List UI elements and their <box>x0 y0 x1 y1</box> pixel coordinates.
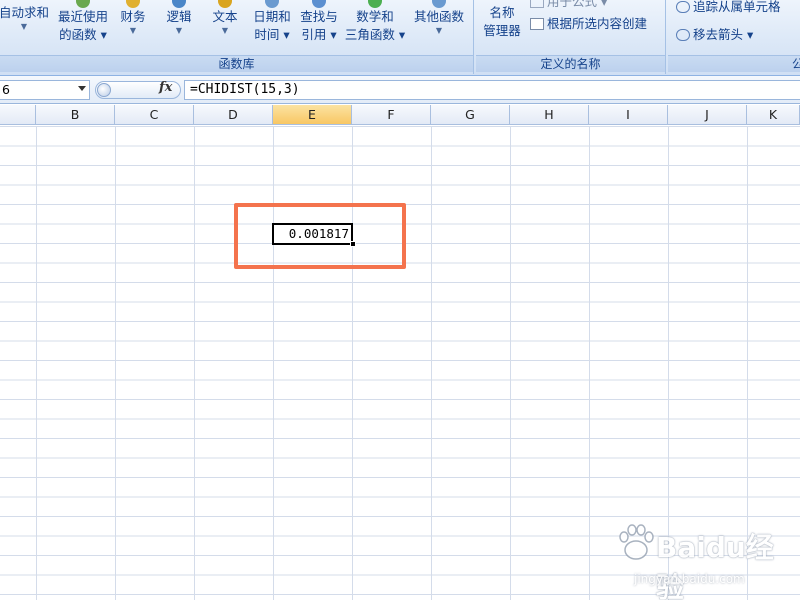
formula-icon <box>530 0 544 8</box>
remove-arrows-button[interactable]: 移去箭头 ▾ <box>676 25 753 45</box>
recent-label-2: 的函数 ▾ <box>59 27 107 42</box>
defined-names-label: 定义的名称 <box>476 55 665 72</box>
recent-functions-button[interactable]: 最近使用 的函数 ▾ <box>54 0 112 58</box>
math-label-1: 数学和 <box>356 9 394 24</box>
column-divider <box>115 126 116 600</box>
calendar-icon <box>265 0 279 8</box>
logical-label: 逻辑 <box>166 9 192 24</box>
function-library-label: 函数库 <box>0 55 473 72</box>
create-from-selection-button[interactable]: 根据所选内容创建 <box>530 14 647 34</box>
datetime-label-2: 时间 ▾ <box>254 27 290 42</box>
paw-logo-icon <box>619 524 654 560</box>
defined-names-group: 名称 管理器 用于公式 ▾ 根据所选内容创建 定义的名称 <box>476 0 666 74</box>
logical-button[interactable]: 逻辑 ▼ <box>160 0 198 58</box>
table-grid-icon <box>530 18 544 30</box>
use-in-formula-button[interactable]: 用于公式 ▾ <box>530 0 607 12</box>
name-manager-label-2: 管理器 <box>483 23 521 38</box>
formula-audit-group: 追踪从属单元格 移去箭头 ▾ 公 <box>668 0 800 74</box>
more-label: 其他函数 <box>413 9 464 24</box>
remove-arrows-icon <box>676 29 690 41</box>
column-header-c[interactable]: C <box>115 105 194 125</box>
chevron-down-icon: ▼ <box>129 26 137 35</box>
text-icon <box>218 0 232 8</box>
chevron-down-icon: ▼ <box>221 26 229 35</box>
insert-function-icon[interactable]: fx <box>159 80 172 95</box>
recent-label-1: 最近使用 <box>57 9 108 24</box>
formula-input[interactable]: =CHIDIST(15,3) <box>184 80 800 100</box>
column-divider <box>510 126 511 600</box>
column-header-d[interactable]: D <box>194 105 273 125</box>
lookup-label-1: 查找与 <box>300 9 338 24</box>
remove-arrows-label: 移去箭头 ▾ <box>693 27 754 42</box>
function-library-group: 自动求和 ▼ 最近使用 的函数 ▾ 财务 ▼ 逻辑 ▼ 文本 ▼ 日期和 时间 … <box>0 0 474 74</box>
ribbon: 自动求和 ▼ 最近使用 的函数 ▾ 财务 ▼ 逻辑 ▼ 文本 ▼ 日期和 时间 … <box>0 0 800 76</box>
name-box-dropdown-icon[interactable] <box>78 86 86 91</box>
math-label-2: 三角函数 ▾ <box>344 27 406 42</box>
lookup-icon <box>312 0 326 8</box>
datetime-label-1: 日期和 <box>253 9 291 24</box>
more-functions-button[interactable]: 其他函数 ▼ <box>410 0 468 58</box>
use-in-formula-label: 用于公式 ▾ <box>547 0 608 9</box>
name-box[interactable]: 6 <box>0 80 90 100</box>
logical-icon <box>172 0 186 8</box>
trace-arrow-icon <box>676 1 690 13</box>
column-header-h[interactable]: H <box>510 105 589 125</box>
name-manager-label-1: 名称 <box>489 5 515 20</box>
column-divider <box>194 126 195 600</box>
splitter-handle[interactable] <box>97 83 111 97</box>
trace-dependents-label: 追踪从属单元格 <box>693 0 781 14</box>
text-label: 文本 <box>212 9 238 24</box>
chevron-down-icon: ▼ <box>175 26 183 35</box>
financial-button[interactable]: 财务 ▼ <box>114 0 152 58</box>
more-functions-icon <box>432 0 446 8</box>
column-header-partial[interactable] <box>0 105 36 125</box>
formula-audit-label: 公 <box>668 55 800 72</box>
autosum-button[interactable]: 自动求和 ▼ <box>0 4 52 58</box>
chevron-down-icon: ▼ <box>435 26 443 35</box>
trace-dependents-button[interactable]: 追踪从属单元格 <box>676 0 781 17</box>
datetime-button[interactable]: 日期和 时间 ▾ <box>248 0 296 58</box>
watermark-url: jingyan.baidu.com <box>634 572 745 586</box>
column-divider <box>352 126 353 600</box>
column-header-i[interactable]: I <box>589 105 668 125</box>
column-header-j[interactable]: J <box>668 105 747 125</box>
column-divider <box>589 126 590 600</box>
formula-bar: 6 fx =CHIDIST(15,3) <box>0 76 800 104</box>
math-trig-button[interactable]: 数学和 三角函数 ▾ <box>342 0 408 58</box>
column-header-f[interactable]: F <box>352 105 431 125</box>
financial-label: 财务 <box>120 9 146 24</box>
annotation-highlight-box <box>234 203 406 269</box>
name-manager-button[interactable]: 名称 管理器 <box>478 4 526 58</box>
chevron-down-icon: ▼ <box>20 22 28 31</box>
math-icon <box>368 0 382 8</box>
watermark-text: Baidu经验 <box>656 531 774 600</box>
autosum-label: 自动求和 <box>0 5 49 20</box>
recent-functions-icon <box>76 0 90 8</box>
column-divider <box>36 126 37 600</box>
column-header-e[interactable]: E <box>273 105 352 125</box>
column-header-b[interactable]: B <box>36 105 115 125</box>
lookup-button[interactable]: 查找与 引用 ▾ <box>296 0 342 58</box>
column-divider <box>431 126 432 600</box>
column-divider <box>273 126 274 600</box>
text-button[interactable]: 文本 ▼ <box>206 0 244 58</box>
lookup-label-2: 引用 ▾ <box>301 27 337 42</box>
create-from-selection-label: 根据所选内容创建 <box>547 16 648 31</box>
financial-icon <box>126 0 140 8</box>
column-header-k[interactable]: K <box>747 105 800 125</box>
column-header-g[interactable]: G <box>431 105 510 125</box>
baidu-watermark: Baidu经验 jingyan.baidu.com <box>612 512 792 600</box>
